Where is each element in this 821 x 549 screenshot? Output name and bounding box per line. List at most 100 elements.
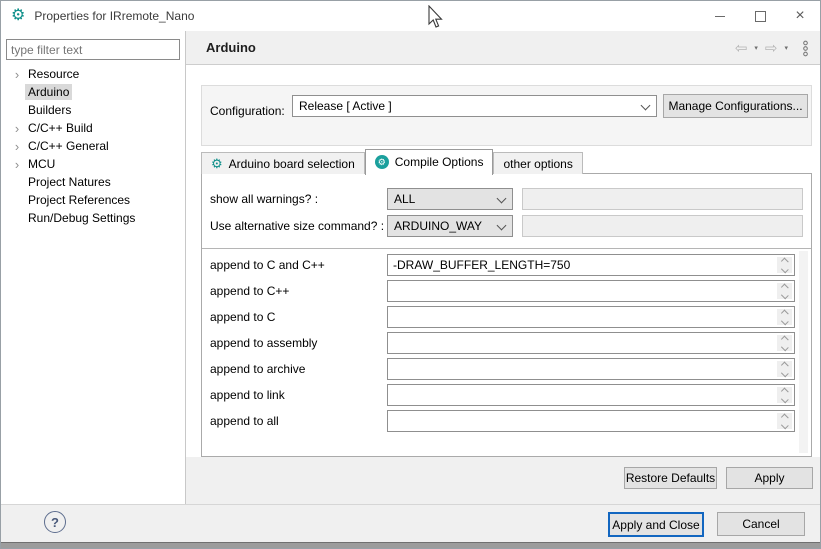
section-divider — [202, 248, 811, 249]
restore-defaults-button[interactable]: Restore Defaults — [624, 467, 717, 489]
manage-configurations-button[interactable]: Manage Configurations... — [663, 94, 808, 118]
sidebar-item-label: Project References — [25, 192, 133, 208]
panel-button-band: Restore Defaults Apply — [186, 457, 820, 504]
append-to-assembly-input[interactable] — [387, 332, 795, 354]
mouse-cursor — [427, 5, 443, 29]
chevron-up-icon[interactable] — [781, 258, 788, 265]
sidebar-item-label: Project Natures — [25, 174, 114, 190]
chevron-down-icon[interactable] — [781, 395, 788, 402]
append-to-link-input[interactable] — [387, 384, 795, 406]
back-arrow-icon[interactable]: ⇦ — [735, 41, 748, 56]
tab-other-options[interactable]: other options — [493, 152, 582, 174]
settings-tree: ›ResourceArduinoBuilders›C/C++ Build›C/C… — [1, 65, 185, 227]
window-controls: × — [700, 1, 820, 31]
tab-label: other options — [503, 157, 572, 171]
tab-compile-options[interactable]: ⚙Compile Options — [365, 149, 494, 175]
compile-options-panel: show all warnings? : ALL Use alternative s… — [201, 173, 812, 457]
view-menu-icon[interactable] — [801, 40, 810, 57]
sidebar-item-arduino[interactable]: Arduino — [1, 83, 185, 101]
properties-dialog: ⚙ Properties for IRremote_Nano × ›Resour… — [0, 0, 821, 549]
field-label-append-to-c: append to C++ — [210, 280, 289, 302]
forward-arrow-icon[interactable]: ⇨ — [765, 41, 778, 56]
expand-chevron-icon[interactable]: › — [9, 140, 25, 153]
sidebar-item-label: C/C++ General — [25, 138, 112, 154]
scroll-spinner[interactable] — [777, 413, 792, 429]
append-to-c-and-c-input[interactable]: -DRAW_BUFFER_LENGTH=750 — [387, 254, 795, 276]
apply-button[interactable]: Apply — [726, 467, 813, 489]
chevron-down-icon[interactable] — [781, 421, 788, 428]
sidebar-item-label: Resource — [25, 66, 82, 82]
select-value: ALL — [394, 192, 415, 206]
maximize-icon — [755, 11, 766, 22]
chevron-up-icon[interactable] — [781, 362, 788, 369]
show-all-warnings-select[interactable]: ALL — [387, 188, 513, 210]
sidebar-item-c-c-build[interactable]: ›C/C++ Build — [1, 119, 185, 137]
window-bottom-edge — [1, 542, 820, 549]
chevron-down-icon[interactable] — [781, 369, 788, 376]
back-dropdown-icon[interactable]: ▾ — [754, 45, 758, 52]
chevron-up-icon[interactable] — [781, 414, 788, 421]
field-label-append-to-archive: append to archive — [210, 358, 305, 380]
scroll-spinner[interactable] — [777, 387, 792, 403]
select-value: ARDUINO_WAY — [394, 219, 482, 233]
scroll-spinner[interactable] — [777, 335, 792, 351]
chevron-down-icon — [497, 221, 507, 231]
chevron-down-icon[interactable] — [781, 343, 788, 350]
window-title: Properties for IRremote_Nano — [34, 9, 194, 23]
minimize-button[interactable] — [700, 1, 740, 31]
scroll-spinner[interactable] — [777, 361, 792, 377]
append-to-c-input[interactable] — [387, 280, 795, 302]
scrollbar-track[interactable] — [799, 251, 808, 453]
dialog-footer: ? Apply and Close Cancel — [1, 504, 820, 542]
append-to-archive-input[interactable] — [387, 358, 795, 380]
forward-dropdown-icon[interactable]: ▾ — [784, 45, 788, 52]
sidebar-item-mcu[interactable]: ›MCU — [1, 155, 185, 173]
sidebar-item-run-debug-settings[interactable]: Run/Debug Settings — [1, 209, 185, 227]
title-bar: ⚙ Properties for IRremote_Nano × — [1, 1, 820, 31]
disabled-field — [522, 188, 803, 210]
chevron-up-icon[interactable] — [781, 388, 788, 395]
maximize-button[interactable] — [740, 1, 780, 31]
header-nav: ⇦ ▾ ⇨ ▾ — [735, 31, 810, 65]
use-alternative-size-command-select[interactable]: ARDUINO_WAY — [387, 215, 513, 237]
sidebar-item-builders[interactable]: Builders — [1, 101, 185, 119]
sidebar-item-c-c-general[interactable]: ›C/C++ General — [1, 137, 185, 155]
field-label-use-alternative-size-command: Use alternative size command? : — [210, 215, 384, 237]
help-icon[interactable]: ? — [44, 511, 66, 533]
chevron-up-icon[interactable] — [781, 284, 788, 291]
chevron-down-icon[interactable] — [781, 265, 788, 272]
configuration-group: Configuration: Release [ Active ] Manage… — [201, 85, 812, 146]
configuration-value: Release [ Active ] — [299, 99, 392, 113]
field-label-show-all-warnings: show all warnings? : — [210, 188, 318, 210]
page-title: Arduino — [206, 40, 256, 55]
sidebar-item-label: Arduino — [25, 84, 72, 100]
configuration-select[interactable]: Release [ Active ] — [292, 95, 657, 117]
page-header: Arduino ⇦ ▾ ⇨ ▾ — [186, 31, 820, 65]
sidebar-item-project-natures[interactable]: Project Natures — [1, 173, 185, 191]
expand-chevron-icon[interactable]: › — [9, 158, 25, 171]
chevron-down-icon[interactable] — [781, 291, 788, 298]
apply-and-close-button[interactable]: Apply and Close — [608, 512, 704, 537]
scroll-spinner[interactable] — [777, 309, 792, 325]
expand-chevron-icon[interactable]: › — [9, 68, 25, 81]
append-to-all-input[interactable] — [387, 410, 795, 432]
close-button[interactable]: × — [780, 1, 820, 31]
expand-chevron-icon[interactable]: › — [9, 122, 25, 135]
field-label-append-to-assembly: append to assembly — [210, 332, 317, 354]
append-to-c-input[interactable] — [387, 306, 795, 328]
sidebar-item-project-references[interactable]: Project References — [1, 191, 185, 209]
sidebar-item-resource[interactable]: ›Resource — [1, 65, 185, 83]
chevron-up-icon[interactable] — [781, 336, 788, 343]
sidebar-item-label: MCU — [25, 156, 58, 172]
minimize-icon — [715, 16, 725, 17]
chevron-down-icon[interactable] — [781, 317, 788, 324]
scroll-spinner[interactable] — [777, 257, 792, 273]
tab-arduino-board-selection[interactable]: ⚙Arduino board selection — [201, 152, 365, 174]
scroll-spinner[interactable] — [777, 283, 792, 299]
chevron-up-icon[interactable] — [781, 310, 788, 317]
filter-input[interactable] — [6, 39, 180, 60]
field-value: -DRAW_BUFFER_LENGTH=750 — [393, 258, 570, 272]
cancel-button[interactable]: Cancel — [717, 512, 805, 536]
sidebar: ›ResourceArduinoBuilders›C/C++ Build›C/C… — [1, 31, 185, 504]
sidebar-item-label: C/C++ Build — [25, 120, 96, 136]
